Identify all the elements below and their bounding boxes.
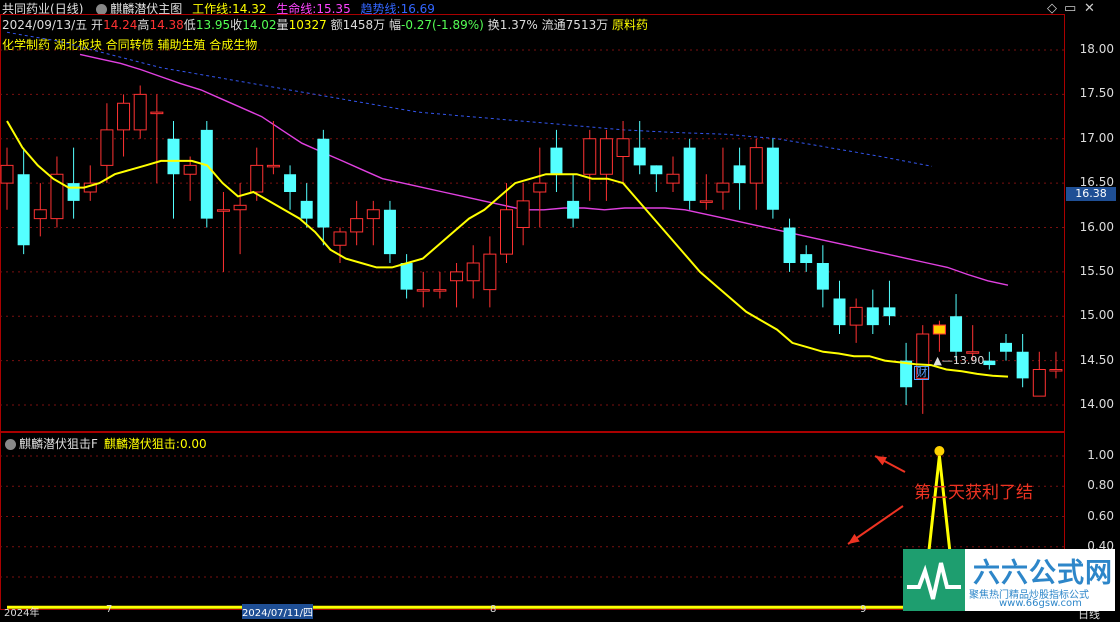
price-tick-label: 15.00 <box>1079 308 1114 323</box>
profit-annotation: 第二天获利了结 <box>914 483 1033 503</box>
candle-body <box>183 164 197 175</box>
low-price-marker: ▲—13.90 <box>933 354 984 367</box>
life-line <box>79 53 1009 286</box>
candle-body <box>383 209 396 255</box>
candle-body <box>950 316 963 352</box>
candle-body <box>650 165 663 175</box>
current-price-badge: 16.38 <box>1066 186 1116 201</box>
candle-body <box>1000 342 1012 352</box>
candle-body <box>983 360 996 366</box>
date-label-aug: 8 <box>490 604 497 615</box>
candle-body <box>416 289 430 292</box>
candle-body <box>666 173 680 184</box>
signal-tick-label: 1.00 <box>1087 448 1114 462</box>
low-marker-arrow: ▲— <box>933 353 953 367</box>
candle-body <box>167 138 180 175</box>
candle-body <box>567 200 580 219</box>
price-tick-label: 17.50 <box>1079 86 1114 101</box>
signal-tick-label: 0.80 <box>1087 478 1114 493</box>
price-tick-label: 14.00 <box>1079 397 1114 411</box>
candle-body <box>699 200 713 203</box>
candle-body <box>266 164 280 168</box>
candle-body <box>716 182 730 193</box>
candle-body <box>866 307 879 326</box>
candle-body <box>1049 369 1063 372</box>
logo-url: www.66gsw.com <box>999 598 1082 609</box>
candle-body <box>333 231 347 246</box>
price-tick-label: 17.00 <box>1079 130 1114 145</box>
candle-body <box>250 164 264 193</box>
candle-body <box>816 263 829 290</box>
candle-body <box>133 93 147 131</box>
low-price-value: 13.90 <box>952 353 985 367</box>
candle-body <box>583 138 597 175</box>
price-tick-label: 14.50 <box>1079 352 1114 367</box>
candle-body <box>733 165 746 184</box>
candle-body <box>633 147 646 166</box>
signal-tick-label: 0.60 <box>1087 508 1114 523</box>
candle-body <box>317 138 330 228</box>
price-tick-label: 15.50 <box>1079 263 1114 278</box>
candle-body <box>800 254 813 263</box>
restore-icon[interactable]: ▭ <box>1064 1 1076 16</box>
finance-badge[interactable]: 财 <box>914 365 930 380</box>
candle-body <box>200 129 213 219</box>
price-tick-label: 16.00 <box>1079 219 1114 234</box>
candle-body <box>1016 351 1029 379</box>
candlestick-chart[interactable] <box>0 14 1065 432</box>
candle-body <box>300 200 313 219</box>
watermark-logo: 六六公式网 聚焦热门精品炒股指标公式 www.66gsw.com <box>903 549 1115 611</box>
candle-body <box>500 209 513 255</box>
candle-body <box>450 271 464 282</box>
candle-body <box>783 227 796 263</box>
signal-coin-icon <box>934 446 945 456</box>
candle-body <box>216 209 230 212</box>
candle-body <box>33 209 47 220</box>
candle-body <box>17 174 30 246</box>
candle-body <box>67 183 80 201</box>
candle-body <box>883 307 896 317</box>
logo-title: 六六公式网 <box>973 558 1113 589</box>
candle-body <box>749 147 763 184</box>
candle-body <box>117 102 131 131</box>
candle-body <box>533 182 547 193</box>
signal-candle-body <box>932 324 946 335</box>
pulse-icon <box>907 562 961 600</box>
annotation-arrow-down-head <box>848 533 860 544</box>
candle-body <box>100 129 114 166</box>
logo-mark <box>903 549 965 611</box>
date-label-july: 7 <box>106 604 113 615</box>
candle-body <box>516 200 530 228</box>
candle-body <box>400 263 413 290</box>
candle-body <box>366 209 380 220</box>
candle-body <box>599 138 613 175</box>
date-label-year: 2024年 <box>4 608 40 619</box>
candle-body <box>616 138 630 157</box>
candle-body <box>433 289 447 292</box>
candle-body <box>833 298 846 326</box>
candle-body <box>483 253 497 291</box>
candle-body <box>766 147 779 210</box>
candle-body <box>1032 369 1046 397</box>
candle-body <box>849 306 863 326</box>
candle-body <box>683 147 696 201</box>
price-tick-label: 18.00 <box>1079 42 1114 56</box>
date-label-sep: 9 <box>860 604 867 615</box>
candle-body <box>550 147 563 175</box>
close-icon[interactable]: ✕ <box>1084 1 1095 16</box>
candle-body <box>900 360 913 388</box>
candle-body <box>350 218 364 233</box>
candle-body <box>150 111 164 115</box>
candle-body <box>466 262 480 282</box>
date-label-cursor: 2024/07/11/四 <box>242 604 314 619</box>
candle-body <box>284 174 297 192</box>
candle-body <box>0 164 14 184</box>
candle-body <box>233 204 247 211</box>
